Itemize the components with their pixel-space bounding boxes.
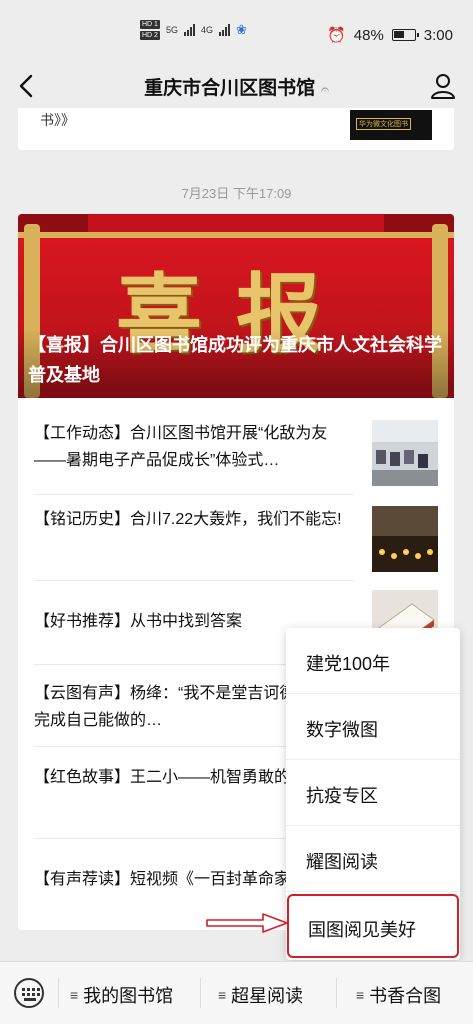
status-bar: HD 1 HD 2 5G 4G ❀ ⏰ 48% 3:00 (0, 0, 473, 64)
signal-bars-icon (183, 24, 195, 36)
divider (34, 494, 354, 495)
hero-article[interactable]: 喜报 【喜报】合川区图书馆成功评为重庆市人文社会科学普及基地 (18, 214, 454, 398)
previous-article-card[interactable]: 书》》 华为微文化图书 (18, 108, 454, 150)
previous-article-text: 书》》 (40, 112, 75, 128)
menu-label: 书香合图 (369, 986, 442, 1006)
separator (200, 978, 201, 1008)
separator (58, 978, 59, 1008)
network-4g-label: 4G (200, 25, 213, 35)
page-title-text: 重庆市合川区图书馆 (144, 78, 316, 99)
bottom-menu: ≡ 我的图书馆 ≡ 超星阅读 ≡ 书香合图 (0, 961, 473, 1024)
nav-bar: 重庆市合川区图书馆 𝄐 (0, 64, 473, 108)
arrow-right-icon (206, 913, 288, 933)
menu-item-label: 国图阅见美好 (308, 920, 416, 940)
candles-photo (372, 506, 438, 572)
article-title: 【铭记历史】合川7.22大轰炸，我们不能忘! (34, 511, 342, 528)
signal-bars-icon-2 (218, 24, 230, 36)
page-title: 重庆市合川区图书馆 𝄐 (0, 73, 473, 100)
hd2-badge: HD 2 (140, 31, 160, 40)
menu-label: 超星阅读 (231, 986, 304, 1006)
article-title: 【工作动态】合川区图书馆开展“化敌为友——暑期电子产品促成长”体验式… (34, 425, 328, 469)
status-right: ⏰ 48% 3:00 (327, 26, 453, 45)
clock: 3:00 (423, 26, 453, 44)
menu-item-anti-epidemic[interactable]: 抗疫专区 (286, 760, 460, 826)
thumb-caption: 华为微文化图书 (356, 118, 411, 130)
menu-lines-icon: ≡ (218, 987, 227, 1003)
menu-item-party-100[interactable]: 建党100年 (286, 628, 460, 694)
list-item[interactable]: 【铭记历史】合川7.22大轰炸，我们不能忘! (34, 506, 438, 572)
alarm-icon: ⏰ (327, 27, 346, 44)
network-5g-label: 5G (165, 25, 178, 35)
menu-chaoxing-reading[interactable]: ≡ 超星阅读 (218, 982, 303, 1008)
menu-my-library[interactable]: ≡ 我的图书馆 (70, 982, 173, 1008)
menu-item-yaotu-reading[interactable]: 耀图阅读 (286, 826, 460, 892)
classroom-photo (372, 420, 438, 486)
menu-item-nlc-reading[interactable]: 国图阅见美好 (287, 894, 459, 958)
menu-item-label: 数字微图 (306, 720, 378, 740)
menu-lines-icon: ≡ (70, 987, 79, 1003)
menu-item-label: 建党100年 (306, 654, 391, 674)
menu-item-label: 抗疫专区 (306, 786, 378, 806)
hd-indicators: HD 1 HD 2 (140, 20, 160, 40)
battery-icon (391, 29, 419, 41)
signal-group: HD 1 HD 2 5G 4G ❀ (140, 20, 247, 40)
separator (336, 978, 337, 1008)
list-item[interactable]: 【工作动态】合川区图书馆开展“化敌为友——暑期电子产品促成长”体验式… (34, 420, 438, 486)
menu-item-label: 耀图阅读 (306, 852, 378, 872)
menu-label: 我的图书馆 (83, 986, 174, 1006)
baidu-icon: ❀ (235, 22, 247, 37)
menu-lines-icon: ≡ (356, 987, 365, 1003)
previous-article-thumbnail: 华为微文化图书 (350, 110, 432, 140)
divider (34, 580, 354, 581)
battery-percent: 48% (353, 26, 384, 44)
submenu-popup: 建党100年 数字微图 抗疫专区 耀图阅读 国图阅见美好 (286, 628, 460, 960)
menu-item-digital-micro[interactable]: 数字微图 (286, 694, 460, 760)
keyboard-icon[interactable] (14, 978, 44, 1008)
person-icon[interactable] (429, 72, 457, 100)
ear-icon[interactable]: 𝄐 (321, 81, 329, 98)
hd1-badge: HD 1 (140, 20, 160, 29)
hero-title: 【喜报】合川区图书馆成功评为重庆市人文社会科学普及基地 (28, 335, 442, 385)
message-timestamp: 7月23日 下午17:09 (181, 186, 292, 201)
menu-shuxiang-hetu[interactable]: ≡ 书香合图 (356, 982, 441, 1008)
